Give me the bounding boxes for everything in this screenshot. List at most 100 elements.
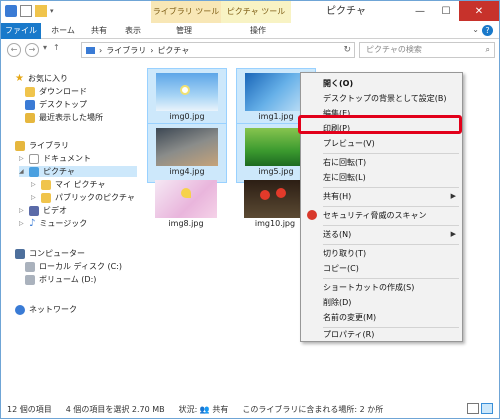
library-locations[interactable]: このライブラリに含まれる場所: 2 か所 (242, 404, 383, 415)
menu-item-open[interactable]: 開く(O) (301, 76, 462, 91)
nav-my-pictures[interactable]: ▷ マイ ピクチャ (31, 179, 105, 190)
maximize-button[interactable]: ☐ (433, 1, 459, 21)
refresh-icon[interactable]: ↻ (343, 45, 351, 55)
up-button[interactable]: ↑ (53, 43, 60, 52)
disk-icon (25, 274, 35, 285)
nav-local-disk[interactable]: ローカル ディスク (C:) (25, 261, 122, 272)
menu-item-send-to[interactable]: 送る(N) ▶ (301, 227, 462, 242)
nav-video[interactable]: ▷ ビデオ (19, 205, 67, 216)
context-tab-group-picture: ピクチャ ツール (221, 1, 291, 23)
desktop-icon (25, 99, 35, 110)
tab-home[interactable]: ホーム (45, 23, 81, 39)
menu-item-set-background[interactable]: デスクトップの背景として設定(B) (301, 91, 462, 106)
forward-button[interactable]: → (25, 43, 39, 57)
share-icon: 👥 (199, 404, 210, 414)
star-icon: ★ (15, 73, 24, 84)
nav-desktop[interactable]: デスクトップ (25, 99, 87, 110)
nav-documents[interactable]: ▷ ドキュメント (19, 153, 91, 164)
thumbnail (245, 73, 307, 111)
expand-arrow-icon[interactable]: ▷ (31, 194, 37, 201)
nav-music[interactable]: ▷ ♪ ミュージック (19, 218, 87, 229)
tab-file[interactable]: ファイル (1, 23, 41, 39)
window-title: ピクチャ (326, 6, 366, 17)
nav-label: コンピューター (29, 249, 85, 258)
properties-icon[interactable] (20, 5, 32, 17)
menu-item-preview[interactable]: プレビュー(V) (301, 136, 462, 151)
file-item-img0[interactable]: img0.jpg (147, 68, 227, 128)
nav-libraries[interactable]: ライブラリ (15, 140, 69, 151)
download-icon (25, 86, 35, 97)
nav-label: ボリューム (D:) (39, 275, 97, 284)
tab-manage[interactable]: 管理 (159, 23, 209, 39)
disk-icon (25, 261, 35, 272)
nav-label: ローカル ディスク (C:) (39, 262, 123, 271)
address-bar[interactable]: › ライブラリ › ピクチャ ↻ (81, 42, 355, 58)
menu-item-rename[interactable]: 名前の変更(M) (301, 310, 462, 325)
nav-volume[interactable]: ボリューム (D:) (25, 274, 96, 285)
nav-recent[interactable]: 最近表示した場所 (25, 112, 103, 123)
recent-locations-icon[interactable]: ▾ (43, 43, 47, 52)
menu-item-properties[interactable]: プロパティ(R) (301, 327, 462, 342)
expand-arrow-icon[interactable]: ▷ (19, 207, 25, 214)
thumbnail (156, 128, 218, 166)
large-icons-view-button[interactable] (481, 403, 493, 414)
nav-label: ミュージック (39, 219, 88, 228)
nav-network[interactable]: ネットワーク (15, 304, 77, 315)
tab-view[interactable]: 表示 (117, 23, 149, 39)
menu-item-share[interactable]: 共有(H) ▶ (301, 189, 462, 204)
file-item-img8[interactable]: img8.jpg (147, 176, 227, 236)
status-label: 状況: (178, 404, 198, 414)
back-button[interactable]: ← (7, 43, 21, 57)
submenu-arrow-icon: ▶ (450, 192, 456, 200)
nav-public-pictures[interactable]: ▷ パブリックのピクチャ (31, 192, 135, 203)
menu-item-rotate-left[interactable]: 左に回転(L) (301, 170, 462, 185)
nav-favorites[interactable]: ★ お気に入り (15, 73, 68, 84)
address-row: ← → ▾ ↑ › ライブラリ › ピクチャ ↻ ピクチャの検索 ⌕ (1, 40, 499, 60)
help-icon[interactable]: ? (482, 25, 493, 36)
selection-info: 4 個の項目を選択 2.70 MB (65, 404, 165, 414)
breadcrumb-pictures[interactable]: ピクチャ (157, 45, 189, 56)
expand-arrow-icon[interactable]: ▷ (19, 155, 25, 162)
menu-separator (323, 206, 459, 207)
file-name: img0.jpg (169, 112, 205, 121)
view-switcher (467, 403, 493, 414)
menu-item-cut[interactable]: 切り取り(T) (301, 246, 462, 261)
nav-label: ビデオ (43, 206, 67, 215)
folder-icon (41, 179, 51, 190)
expand-arrow-icon[interactable]: ▷ (19, 220, 25, 227)
library-icon (15, 140, 25, 151)
search-input[interactable]: ピクチャの検索 ⌕ (359, 42, 495, 58)
nav-pictures[interactable]: ◢ ピクチャ (19, 166, 137, 177)
breadcrumb-separator-icon: › (150, 45, 154, 55)
explorer-window: ▾ ライブラリ ツール ピクチャ ツール ピクチャ — ☐ ✕ ファイル ホーム… (0, 0, 500, 419)
library-tools-label: ライブラリ ツール (152, 7, 220, 16)
expand-ribbon-icon[interactable]: ⌄ (472, 25, 479, 34)
file-item-img4[interactable]: img4.jpg (147, 123, 227, 183)
customize-qa-icon[interactable]: ▾ (50, 7, 54, 15)
details-view-button[interactable] (467, 403, 479, 414)
menu-separator (323, 244, 459, 245)
thumbnail (155, 180, 217, 218)
new-folder-icon[interactable] (35, 5, 47, 17)
nav-label: ドキュメント (43, 154, 91, 163)
window-icon[interactable] (5, 5, 17, 17)
thumbnail (156, 73, 218, 111)
file-name: img4.jpg (169, 167, 205, 176)
menu-item-security-scan[interactable]: セキュリティ脅威のスキャン (301, 208, 462, 223)
nav-label: ピクチャ (43, 167, 75, 176)
menu-item-rotate-right[interactable]: 右に回転(T) (301, 155, 462, 170)
picture-tools-label: ピクチャ ツール (226, 7, 286, 16)
tab-operate[interactable]: 操作 (233, 23, 283, 39)
ribbon-tabs: ファイル ホーム 共有 表示 管理 操作 ⌄ ? (1, 23, 499, 39)
tab-share[interactable]: 共有 (83, 23, 115, 39)
menu-item-copy[interactable]: コピー(C) (301, 261, 462, 276)
minimize-button[interactable]: — (407, 1, 433, 21)
nav-computer[interactable]: コンピューター (15, 248, 85, 259)
collapse-arrow-icon[interactable]: ◢ (19, 168, 25, 175)
breadcrumb-libraries[interactable]: ライブラリ (106, 45, 146, 56)
close-button[interactable]: ✕ (459, 1, 499, 21)
nav-downloads[interactable]: ダウンロード (25, 86, 87, 97)
menu-item-delete[interactable]: 削除(D) (301, 295, 462, 310)
menu-item-create-shortcut[interactable]: ショートカットの作成(S) (301, 280, 462, 295)
expand-arrow-icon[interactable]: ▷ (31, 181, 37, 188)
